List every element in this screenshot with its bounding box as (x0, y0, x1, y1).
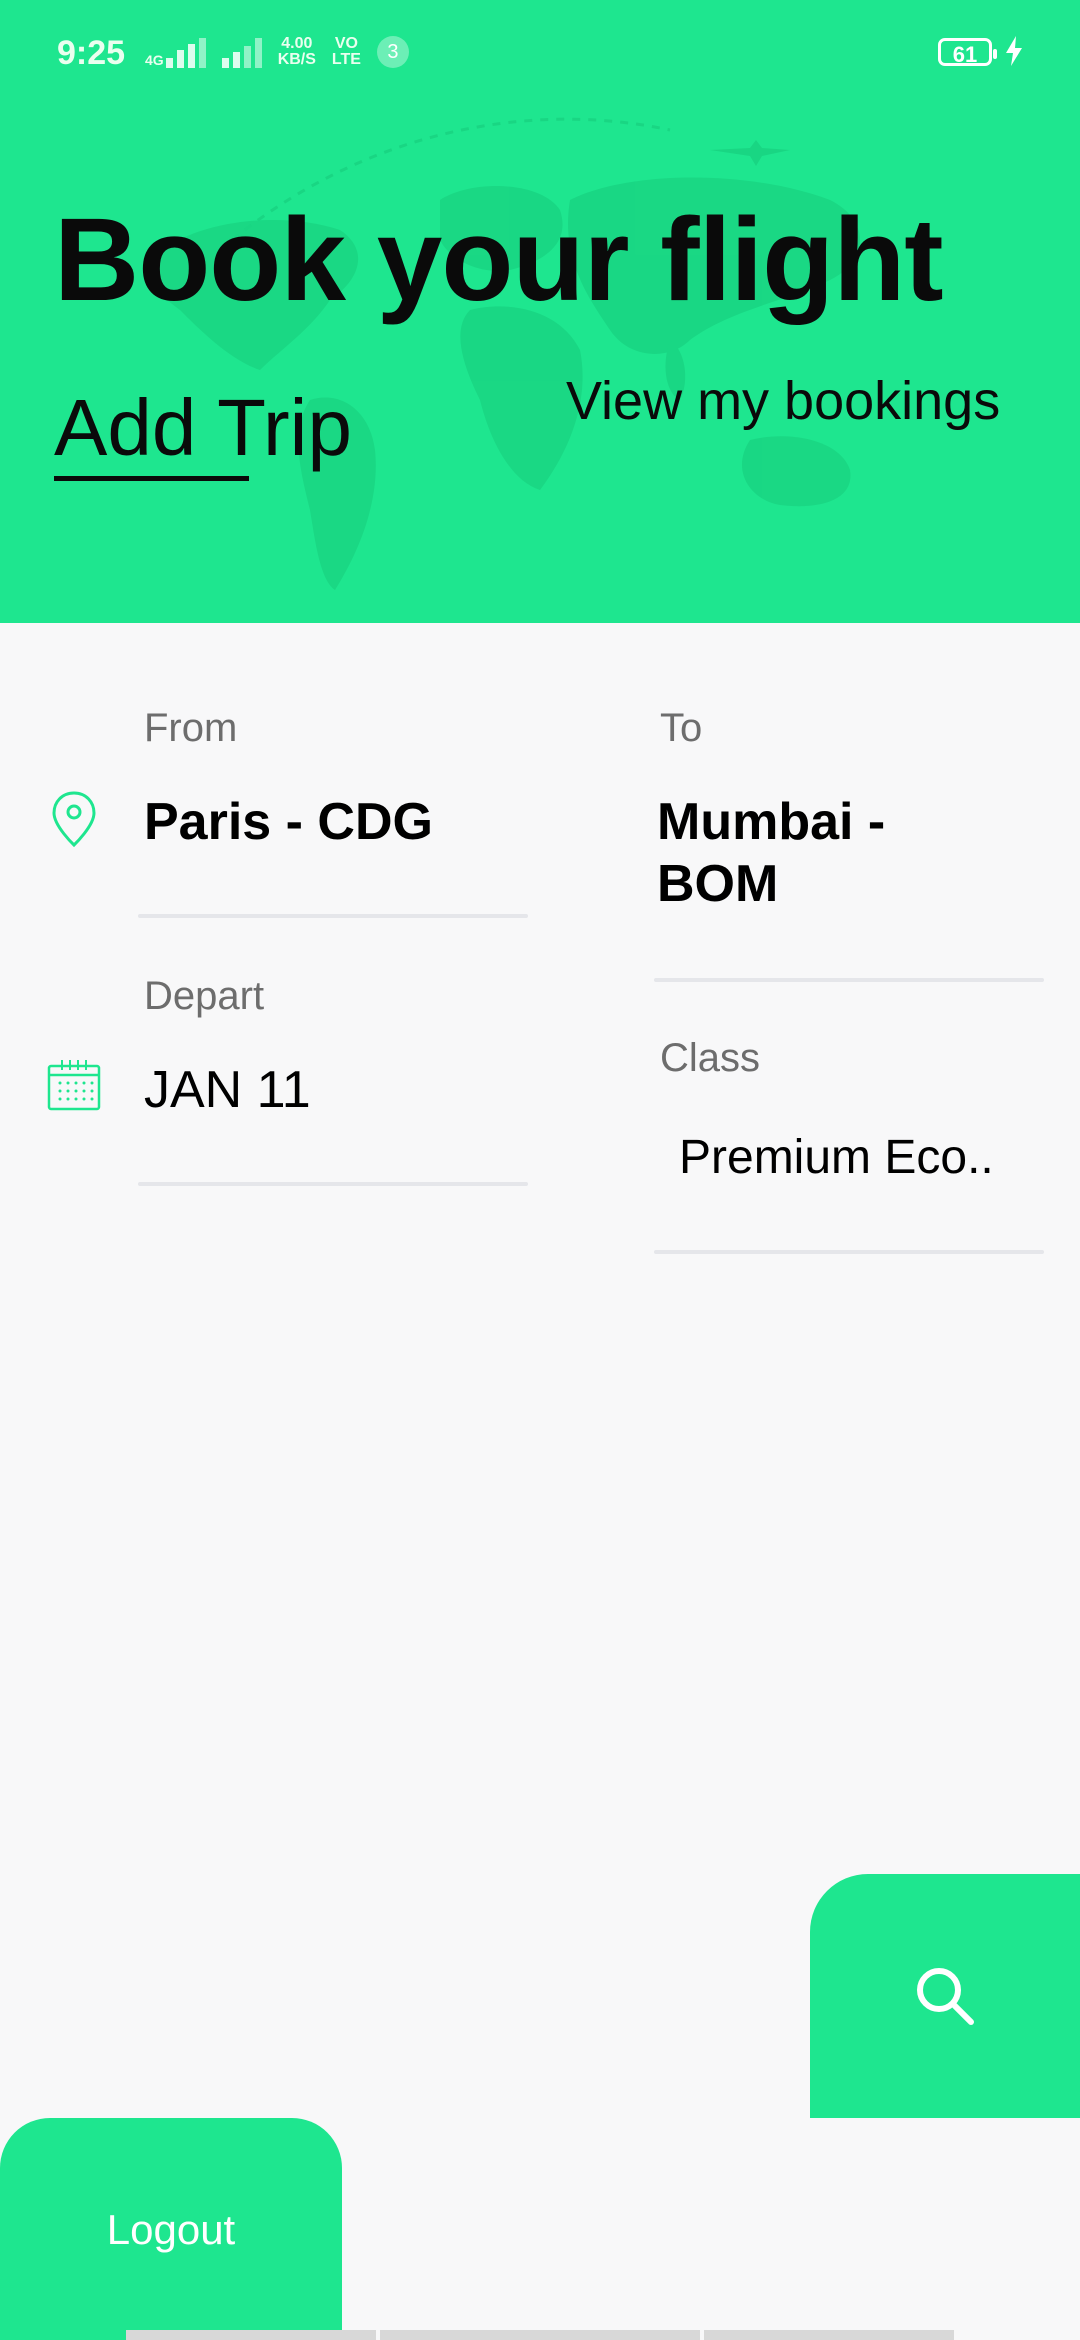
volte-icon: VO LTE (332, 36, 361, 68)
to-value-line2[interactable]: BOM (657, 854, 778, 914)
depart-label: Depart (144, 974, 265, 1018)
from-label: From (144, 706, 238, 750)
status-icons: 4G 4.00 KB/S VO LTE 3 (145, 36, 409, 68)
logout-button[interactable]: Logout (0, 2118, 342, 2340)
calendar-icon (47, 1060, 101, 1111)
class-value[interactable]: Premium Eco.. (679, 1130, 994, 1185)
class-label: Class (660, 1036, 761, 1080)
battery-level: 61 (952, 42, 978, 67)
page-title: Book your flight (54, 194, 944, 326)
from-value[interactable]: Paris - CDG (144, 792, 433, 852)
tab-view-my-bookings[interactable]: View my bookings (566, 370, 1000, 432)
depart-value[interactable]: JAN 11 (144, 1060, 311, 1120)
signal-strength-2-icon (221, 36, 262, 68)
search-button[interactable] (810, 1874, 1080, 2118)
bottom-nav-segment (704, 2330, 954, 2340)
network-speed: 4.00 KB/S (278, 36, 316, 68)
logout-label: Logout (106, 2206, 236, 2253)
tab-add-trip[interactable]: Add Trip (54, 382, 352, 474)
volte-top: VO (334, 35, 358, 52)
location-pin-icon (52, 791, 96, 848)
to-divider (654, 978, 1044, 982)
charging-icon (1006, 36, 1022, 66)
network-type: 4G (145, 52, 164, 68)
status-bar: 9:25 4G 4.00 KB/S VO LTE 3 61 (0, 0, 1080, 110)
class-divider (654, 1250, 1044, 1254)
bottom-nav-segment (126, 2330, 376, 2340)
active-tab-indicator (54, 476, 249, 481)
signal-strength-icon (165, 36, 206, 68)
to-value-line1[interactable]: Mumbai - (657, 792, 885, 852)
notification-badge: 3 (376, 36, 409, 68)
battery-icon: 61 (938, 38, 997, 67)
network-speed-value: 4.00 (281, 35, 313, 52)
bottom-nav-segment (380, 2330, 700, 2340)
header-banner: 9:25 4G 4.00 KB/S VO LTE 3 61 Book your … (0, 0, 1080, 623)
world-map-icon (147, 117, 860, 590)
to-label: To (660, 706, 703, 750)
network-speed-unit: KB/S (277, 51, 316, 68)
search-icon (917, 1968, 974, 2025)
volte-bottom: LTE (331, 51, 361, 68)
status-time: 9:25 (57, 34, 126, 72)
from-divider (138, 914, 528, 918)
depart-divider (138, 1182, 528, 1186)
